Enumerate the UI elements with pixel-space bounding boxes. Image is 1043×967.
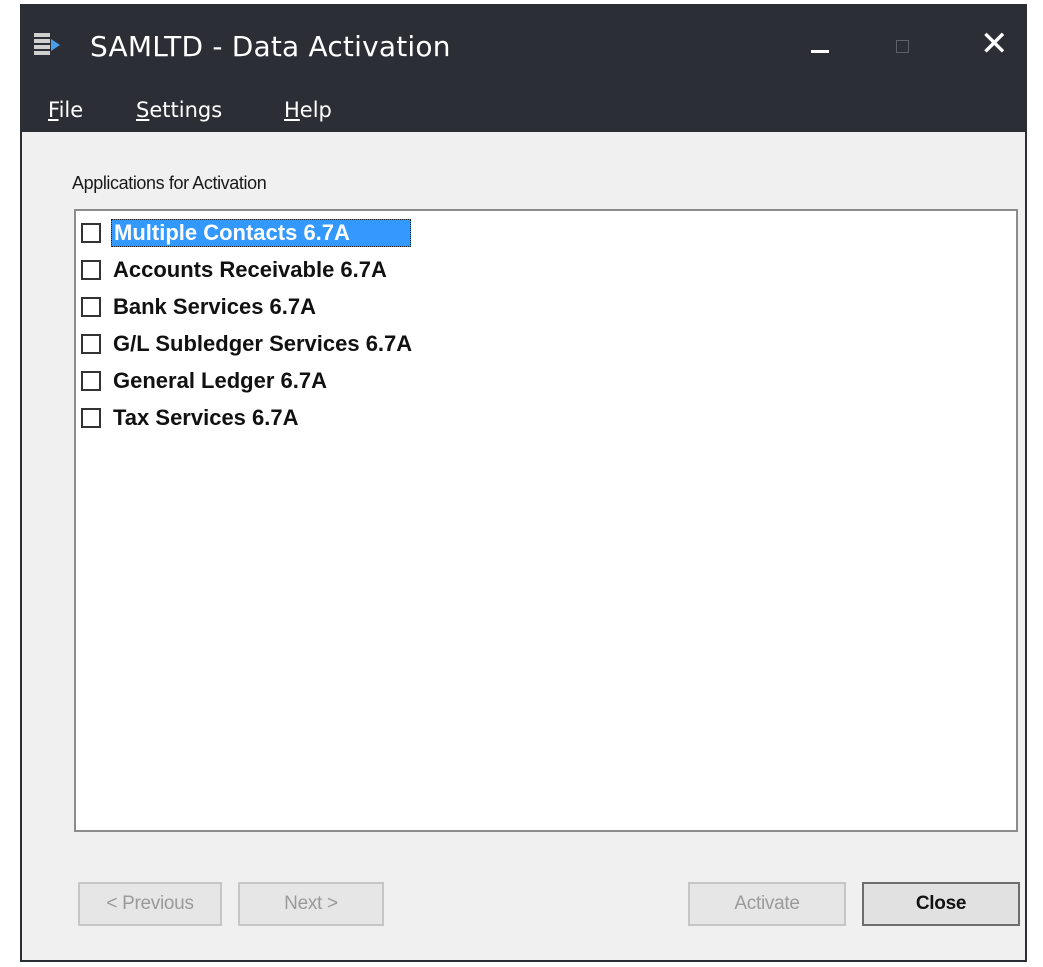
checkbox-general-ledger[interactable] <box>81 371 101 391</box>
list-item-label: Bank Services 6.7A <box>113 294 317 319</box>
list-item-label: Multiple Contacts 6.7A <box>111 219 411 247</box>
close-button[interactable]: Close <box>862 882 1020 926</box>
data-activation-window: SAMLTD - Data Activation ✕ File Settings… <box>20 4 1027 962</box>
list-item-label: Tax Services 6.7A <box>113 405 299 430</box>
title-bar[interactable]: SAMLTD - Data Activation ✕ <box>22 6 1025 88</box>
minimize-button[interactable] <box>790 18 850 74</box>
list-item-gl-subledger-services[interactable]: G/L Subledger Services 6.7A <box>81 328 414 360</box>
checkbox-accounts-receivable[interactable] <box>81 260 101 280</box>
list-item-accounts-receivable[interactable]: Accounts Receivable 6.7A <box>81 254 389 286</box>
close-icon: ✕ <box>980 24 1009 64</box>
checkbox-gl-subledger-services[interactable] <box>81 334 101 354</box>
maximize-button[interactable] <box>872 18 932 74</box>
menu-file[interactable]: File <box>48 98 83 122</box>
menu-settings[interactable]: Settings <box>136 98 222 122</box>
window-title: SAMLTD - Data Activation <box>90 30 451 63</box>
list-item-tax-services[interactable]: Tax Services 6.7A <box>81 402 301 434</box>
list-item-multiple-contacts[interactable]: Multiple Contacts 6.7A <box>81 217 411 249</box>
checkbox-tax-services[interactable] <box>81 408 101 428</box>
next-button[interactable]: Next > <box>238 882 384 926</box>
list-item-label: G/L Subledger Services 6.7A <box>113 331 413 356</box>
previous-button[interactable]: < Previous <box>78 882 222 926</box>
app-document-icon <box>34 33 60 55</box>
checkbox-multiple-contacts[interactable] <box>81 223 101 243</box>
list-item-general-ledger[interactable]: General Ledger 6.7A <box>81 365 329 397</box>
applications-list[interactable]: Multiple Contacts 6.7A Accounts Receivab… <box>74 209 1018 832</box>
activate-button[interactable]: Activate <box>688 882 846 926</box>
applications-label: Applications for Activation <box>72 173 267 193</box>
checkbox-bank-services[interactable] <box>81 297 101 317</box>
list-item-label: General Ledger 6.7A <box>113 368 327 393</box>
menu-bar: File Settings Help <box>22 88 1025 132</box>
list-item-bank-services[interactable]: Bank Services 6.7A <box>81 291 318 323</box>
list-item-label: Accounts Receivable 6.7A <box>113 257 387 282</box>
close-window-button[interactable]: ✕ <box>966 18 1020 74</box>
menu-help[interactable]: Help <box>284 98 332 122</box>
